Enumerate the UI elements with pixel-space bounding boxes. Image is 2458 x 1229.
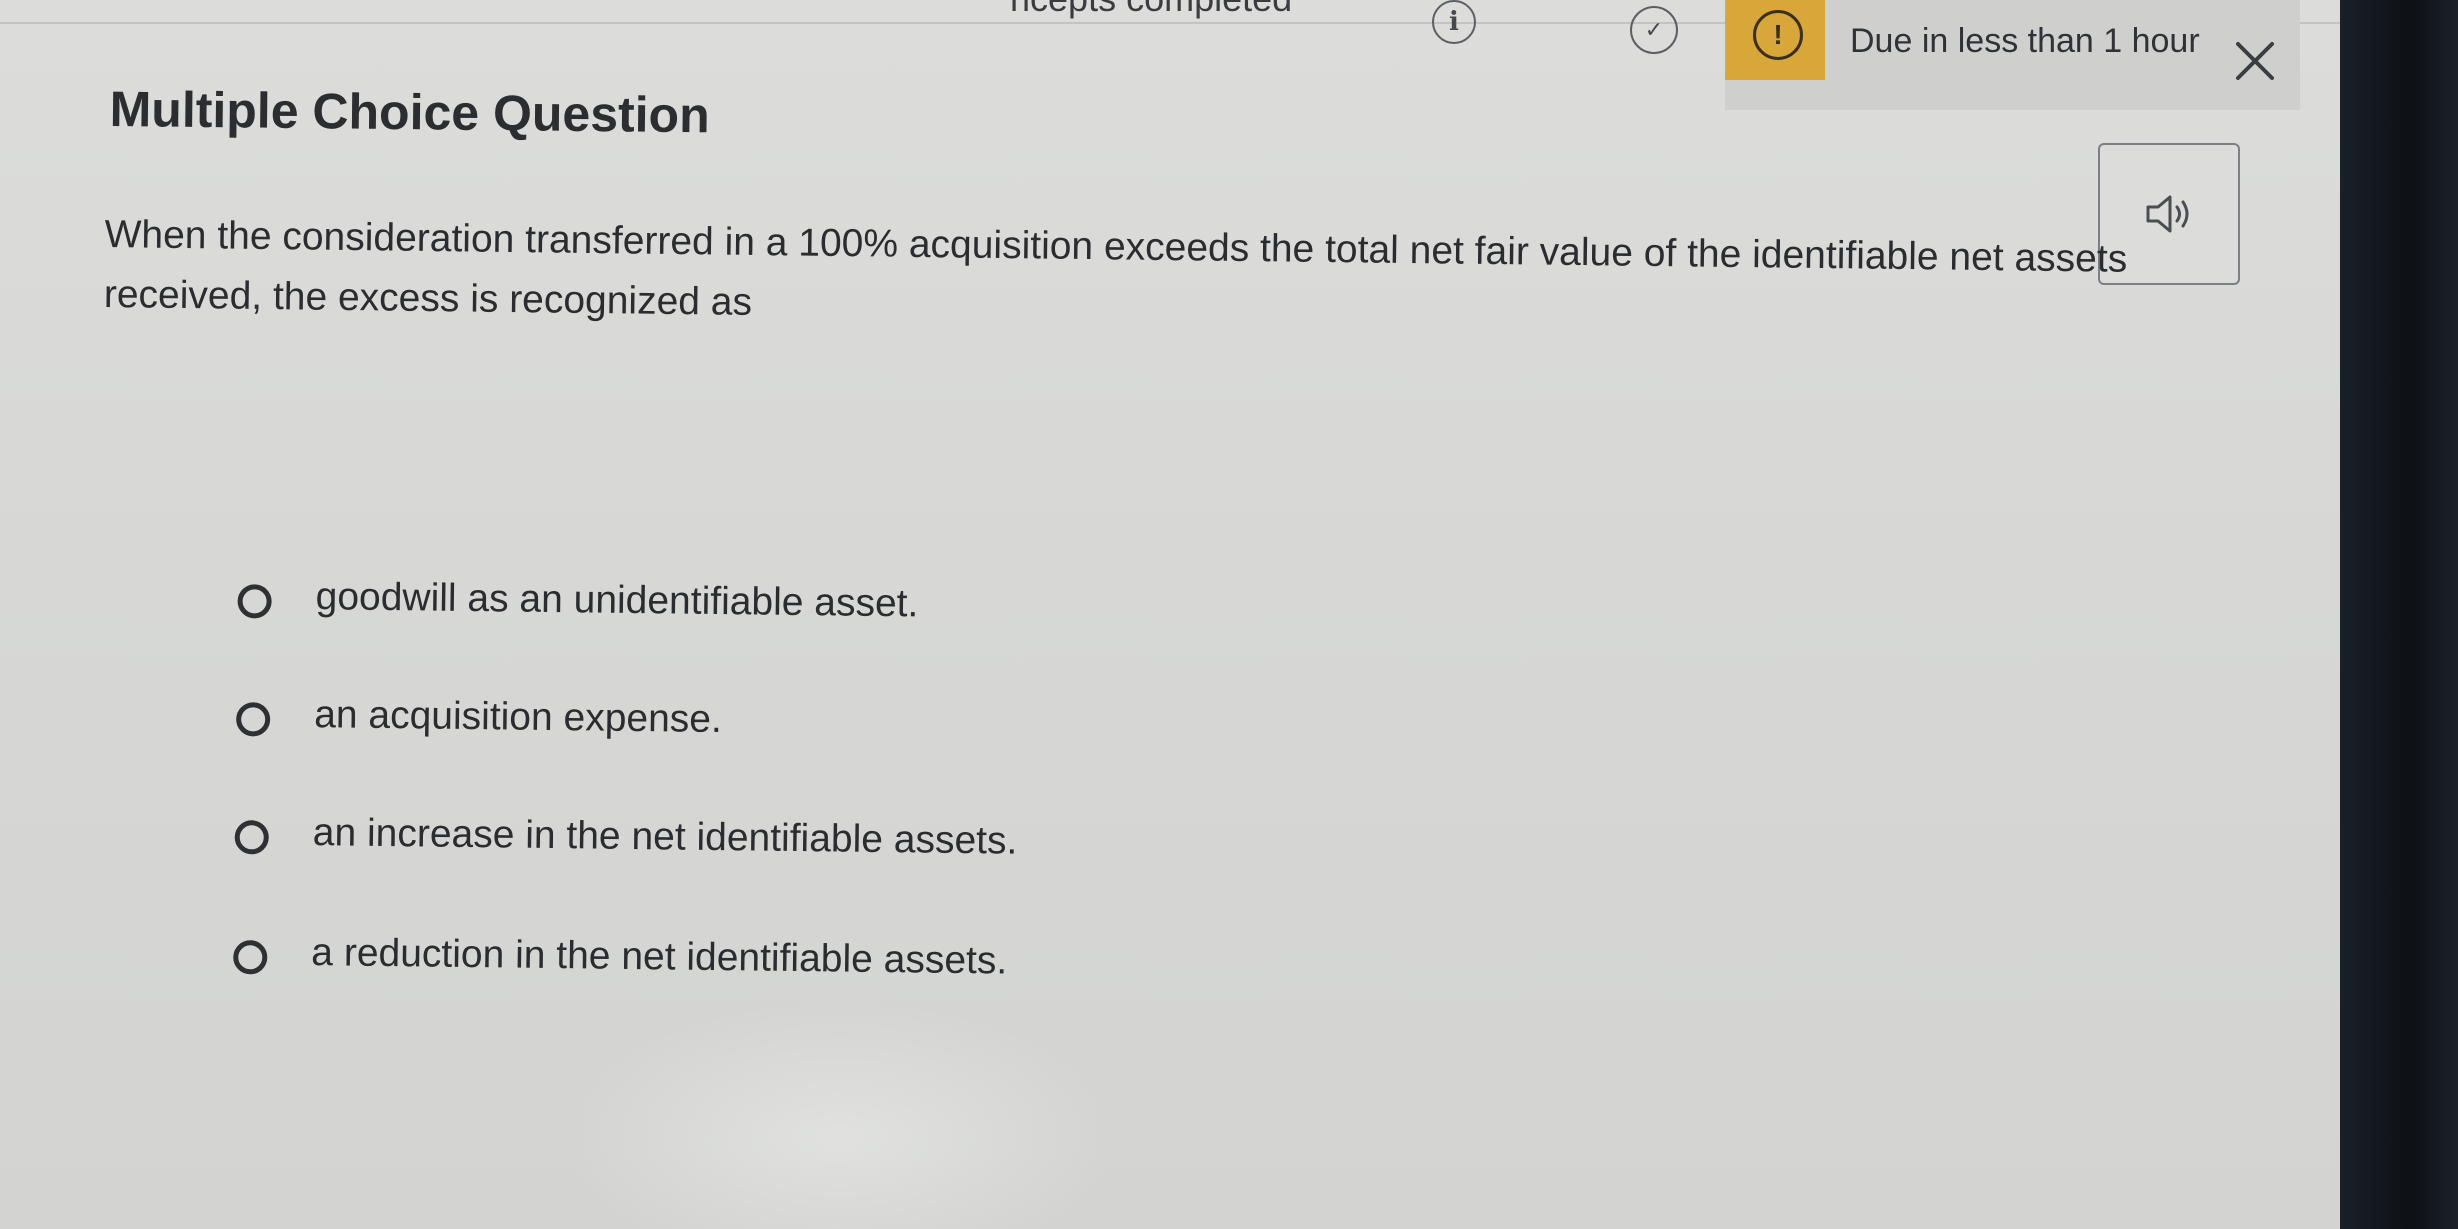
screen: ncepts completed i ✓ ! Due in less than … — [0, 0, 2340, 1229]
answer-option[interactable]: an acquisition expense. — [226, 688, 722, 758]
due-time-text: Due in less than 1 hour — [1850, 22, 2200, 60]
due-banner: ! Due in less than 1 hour — [1725, 0, 2300, 110]
answer-option-label: goodwill as an unidentifiable asset. — [315, 575, 919, 626]
radio-button[interactable] — [234, 820, 269, 855]
answer-option-label: a reduction in the net identifiable asse… — [311, 931, 1008, 983]
answer-option[interactable]: an increase in the net identifiable asse… — [224, 806, 1018, 876]
question-type-title: Multiple Choice Question — [109, 80, 710, 144]
speaker-icon — [2146, 195, 2189, 233]
check-circle-icon[interactable]: ✓ — [1630, 6, 1678, 54]
radio-button[interactable] — [235, 702, 271, 737]
exclamation-icon: ! — [1753, 10, 1803, 60]
answer-option-label: an increase in the net identifiable asse… — [312, 811, 1018, 863]
close-icon[interactable] — [2230, 36, 2280, 86]
question-prompt: When the consideration transferred in a … — [103, 212, 2128, 324]
info-icon[interactable]: i — [1432, 0, 1476, 44]
answer-option[interactable]: goodwill as an unidentifiable asset. — [227, 570, 919, 640]
radio-button[interactable] — [237, 584, 272, 619]
answer-option-label: an acquisition expense. — [313, 693, 723, 742]
concepts-completed-text: ncepts completed — [1010, 0, 1292, 20]
screen-glare — [560, 1000, 1120, 1229]
alert-badge: ! — [1725, 0, 1825, 80]
answer-option[interactable]: a reduction in the net identifiable asse… — [223, 926, 1007, 996]
radio-button[interactable] — [233, 940, 268, 975]
device-bezel — [2340, 0, 2458, 1229]
